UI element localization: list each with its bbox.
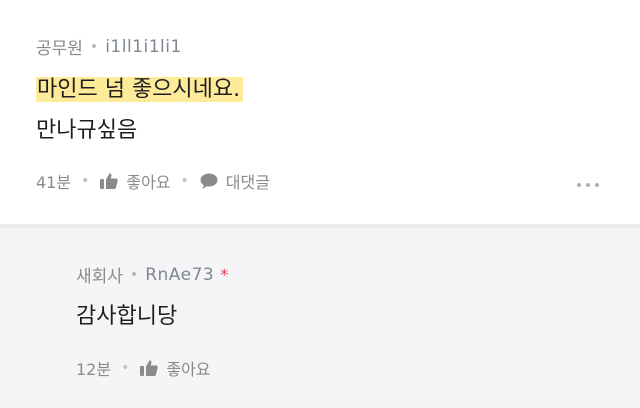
company-label: 공무원: [36, 39, 83, 59]
comment-time: 41분: [36, 173, 72, 192]
comment-time: 12분: [76, 360, 112, 379]
author-nickname[interactable]: RnAe73: [145, 265, 214, 285]
more-dots-icon[interactable]: [577, 183, 599, 187]
like-label: 좋아요: [126, 173, 171, 192]
comment-author-meta: 새회사 • RnAe73 *: [76, 262, 229, 288]
separator-dot: •: [81, 173, 90, 189]
comment-actions: 12분 • 좋아요: [76, 356, 211, 380]
comment-actions: 41분 • 좋아요 • 대댓글: [36, 169, 270, 193]
reply-comment-card: 새회사 • RnAe73 * 감사합니당 12분 • 좋아요: [0, 228, 640, 408]
separator-dot: •: [89, 38, 99, 55]
comment-card: 공무원 • i1ll1i1li1 마인드 넘 좋으시네요. 만나규싶음 41분 …: [0, 0, 640, 224]
like-button[interactable]: 좋아요: [99, 169, 171, 193]
thumbs-up-icon: [139, 359, 159, 377]
thumbs-up-icon: [99, 172, 119, 190]
like-label: 좋아요: [166, 360, 211, 379]
comment-line: 마인드 넘 좋으시네요.: [36, 75, 244, 105]
company-label: 새회사: [76, 267, 123, 287]
speech-bubble-icon: [199, 172, 219, 190]
comment-line: 감사합니당: [76, 304, 178, 329]
like-button[interactable]: 좋아요: [139, 356, 211, 380]
comment-line: 만나규싶음: [36, 118, 138, 143]
separator-dot: •: [180, 173, 189, 189]
separator-dot: •: [129, 266, 139, 283]
reply-button[interactable]: 대댓글: [199, 169, 270, 193]
comment-author-meta: 공무원 • i1ll1i1li1: [36, 34, 182, 60]
highlighted-text: 마인드 넘 좋으시네요.: [36, 77, 244, 102]
reply-label: 대댓글: [225, 173, 270, 192]
author-nickname[interactable]: i1ll1i1li1: [105, 37, 182, 57]
author-mark: *: [220, 265, 229, 284]
separator-dot: •: [121, 360, 130, 376]
